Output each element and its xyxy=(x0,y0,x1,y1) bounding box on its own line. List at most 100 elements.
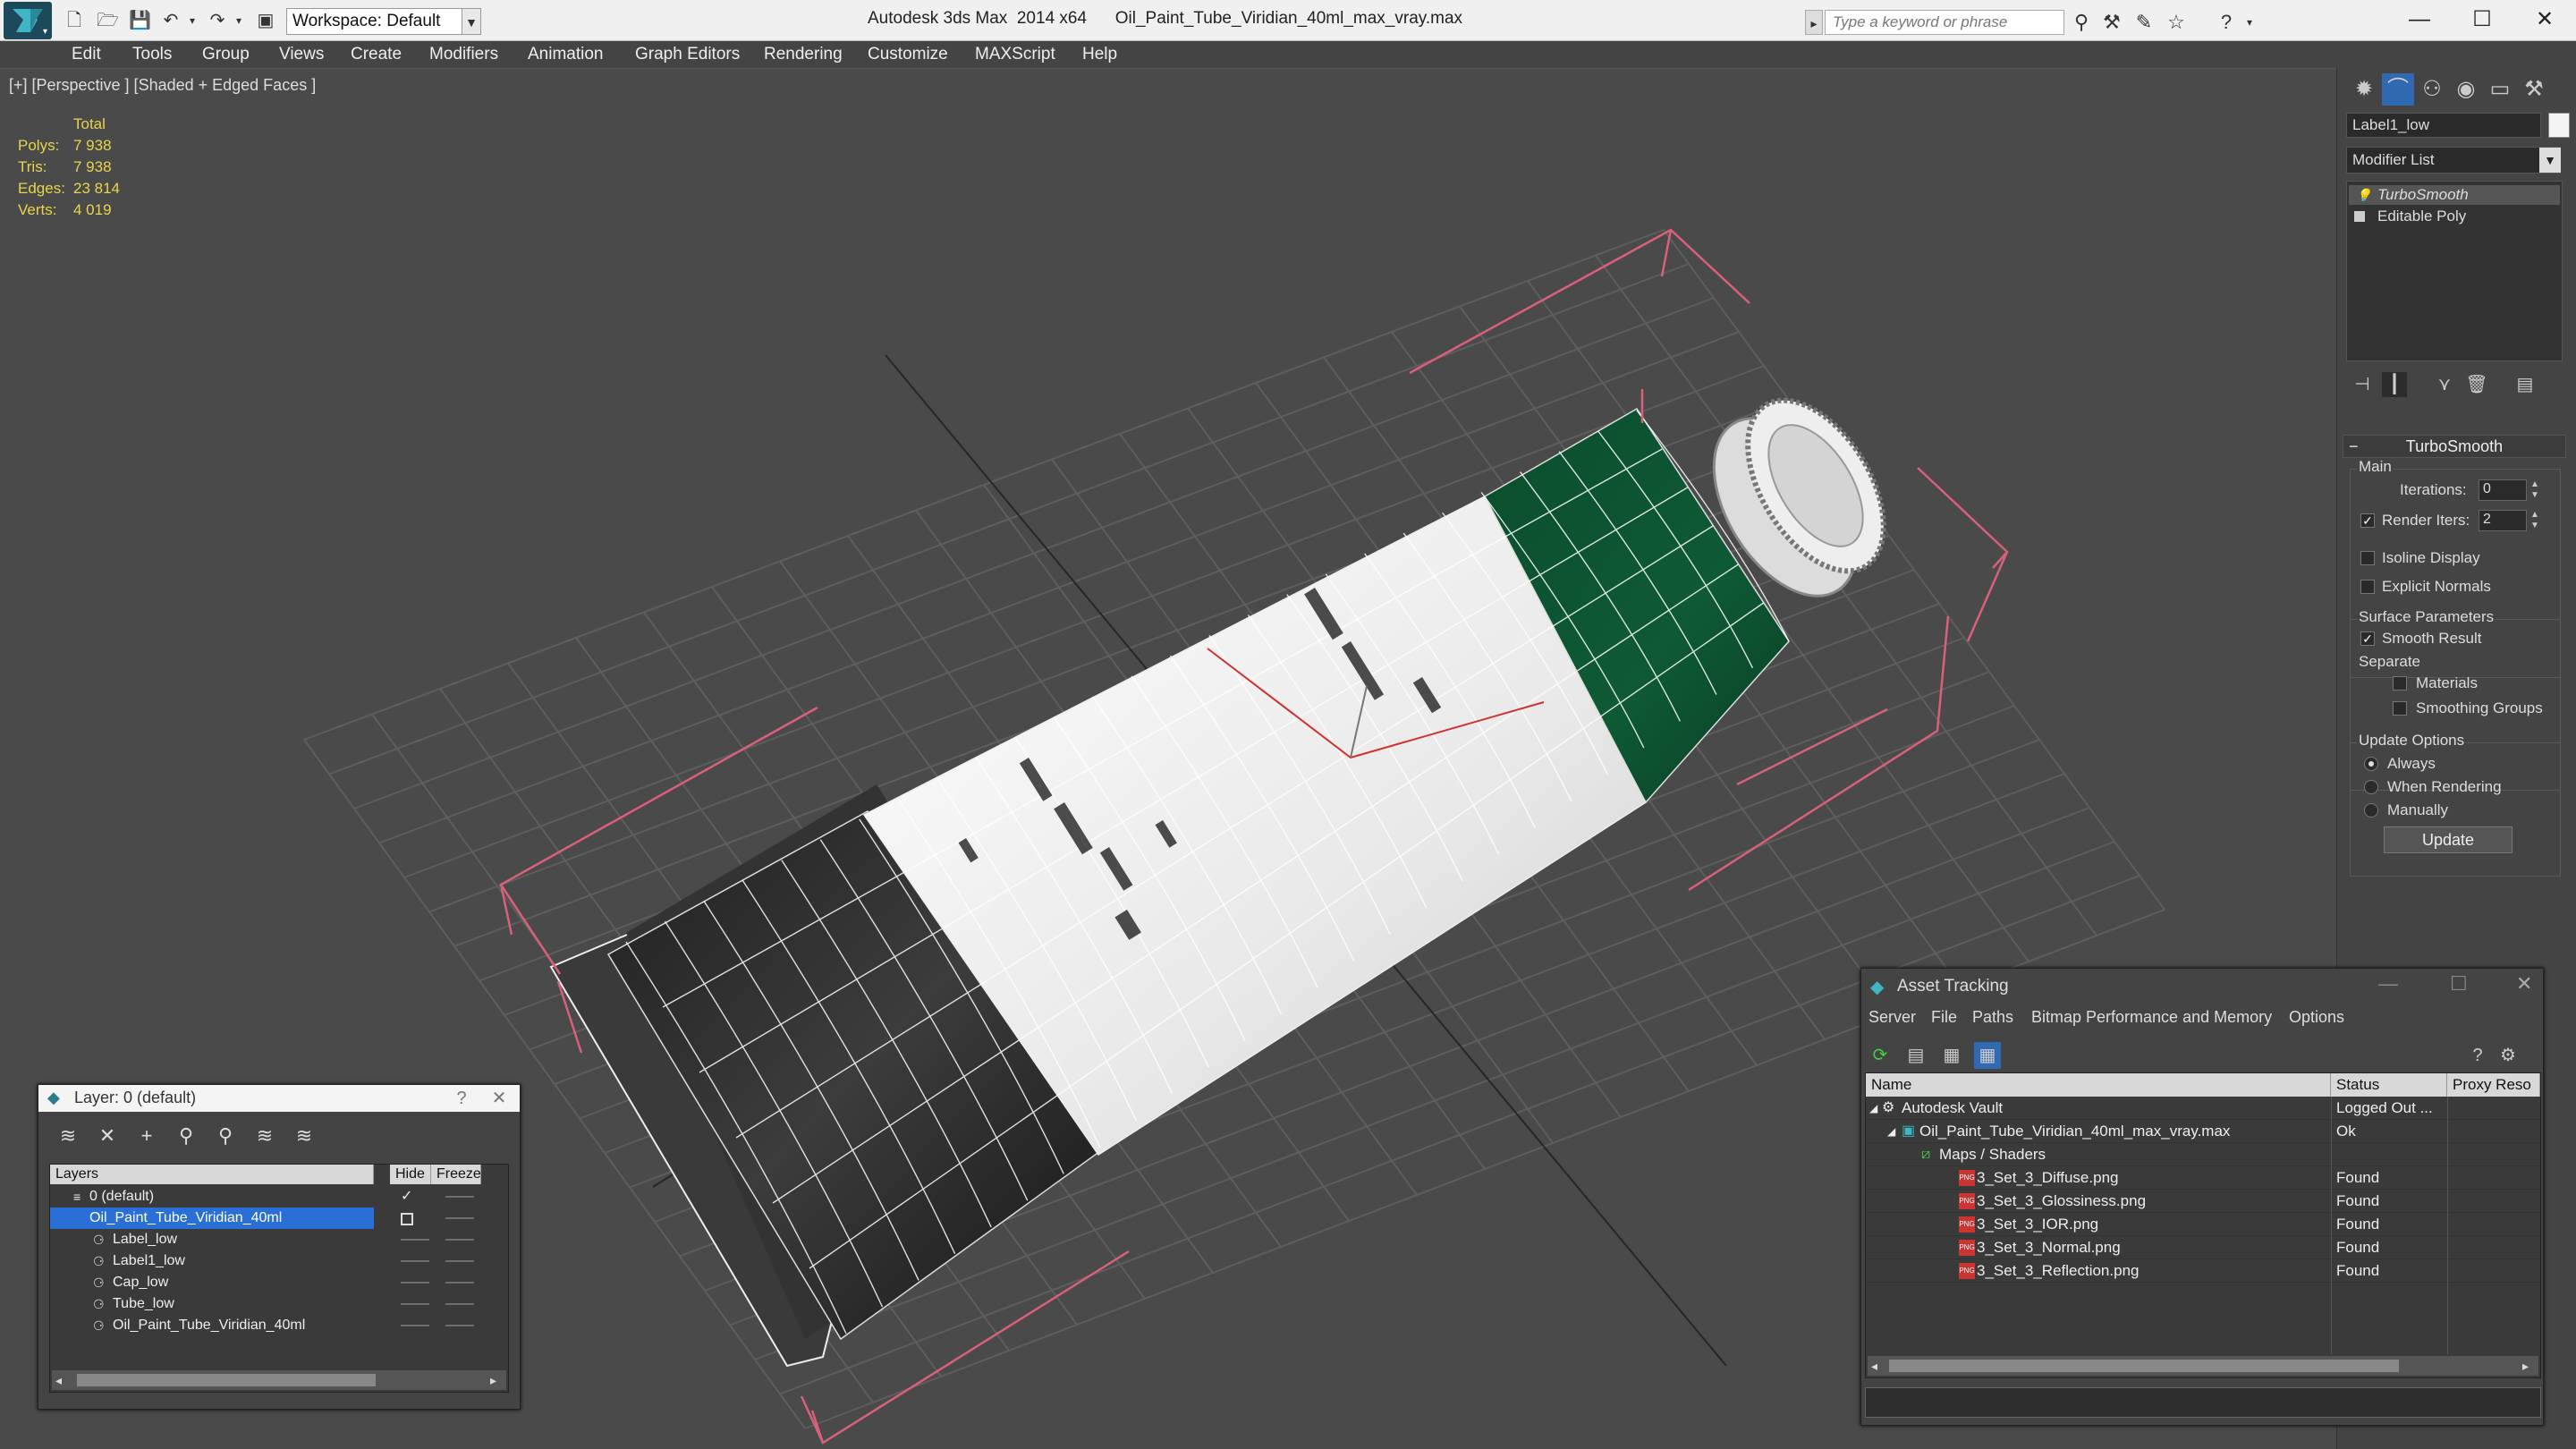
asset-row[interactable]: ⧄ Maps / Shaders xyxy=(1866,1143,2540,1166)
asset-row[interactable]: PNG 3_Set_3_Reflection.png Found xyxy=(1866,1259,2540,1283)
materials-checkbox[interactable] xyxy=(2393,676,2407,691)
close-icon[interactable]: ✕ xyxy=(2513,0,2576,41)
app-logo-icon[interactable]: ▾ xyxy=(4,2,52,39)
chevron-down-icon[interactable]: ▼ xyxy=(2539,148,2561,173)
hide-toggle[interactable]: —— xyxy=(401,1272,429,1293)
render-iters-checkbox[interactable]: ✓ xyxy=(2360,513,2375,528)
favorites-star-icon[interactable]: ☆ xyxy=(2165,11,2188,34)
asset-menu-options[interactable]: Options xyxy=(2289,1008,2344,1027)
col-header-hide[interactable]: Hide xyxy=(390,1165,431,1184)
modifier-list-dropdown[interactable]: Modifier List xyxy=(2346,147,2561,174)
layer-row[interactable]: ⚆ Cap_low —— —— xyxy=(50,1272,508,1293)
object-color-swatch[interactable] xyxy=(2548,113,2570,138)
when-rendering-radio[interactable] xyxy=(2364,780,2378,794)
new-file-icon[interactable]: 🗋 xyxy=(64,11,84,30)
menu-edit[interactable]: Edit xyxy=(72,45,101,64)
freeze-toggle[interactable]: —— xyxy=(445,1272,474,1293)
hide-toggle[interactable]: —— xyxy=(401,1293,429,1315)
layer-row[interactable]: ⚆ Oil_Paint_Tube_Viridian_40ml —— —— xyxy=(50,1315,508,1336)
minimize-icon[interactable]: — xyxy=(2388,0,2451,41)
asset-menu-paths[interactable]: Paths xyxy=(1972,1008,2013,1027)
menu-tools[interactable]: Tools xyxy=(132,45,172,64)
hide-toggle[interactable]: —— xyxy=(401,1250,429,1272)
search-input[interactable]: Type a keyword or phrase xyxy=(1825,10,2064,35)
freeze-toggle[interactable]: —— xyxy=(445,1315,474,1336)
layer-row[interactable]: ⚆ Label1_low —— —— xyxy=(50,1250,508,1272)
highlight-layer-icon[interactable]: ⚲ xyxy=(212,1123,239,1149)
layer-horizontal-scrollbar[interactable]: ◂ ▸ xyxy=(52,1370,506,1390)
help-icon[interactable]: ? xyxy=(448,1087,475,1110)
redo-dropdown-icon[interactable]: ▾ xyxy=(229,11,249,30)
freeze-toggle[interactable]: —— xyxy=(445,1229,474,1250)
viewport-label[interactable]: [+] [Perspective ] [Shaded + Edged Faces… xyxy=(9,76,316,95)
active-layer-check-icon[interactable]: ✓ xyxy=(401,1186,412,1208)
smooth-result-checkbox[interactable]: ✓ xyxy=(2360,631,2375,646)
layer-name[interactable]: Oil_Paint_Tube_Viridian_40ml xyxy=(50,1208,374,1229)
hide-all-layers-icon[interactable]: ≋ xyxy=(251,1123,278,1149)
motion-tab-icon[interactable]: ◉ xyxy=(2450,73,2482,106)
expand-icon[interactable] xyxy=(2354,211,2365,222)
object-name[interactable]: Label1_low xyxy=(50,1250,374,1272)
isoline-display-checkbox[interactable] xyxy=(2360,551,2375,565)
utilities-tab-icon[interactable]: ⚒ xyxy=(2518,73,2550,106)
help-dropdown-icon[interactable]: ▾ xyxy=(2238,11,2261,34)
object-name-field[interactable]: Label1_low xyxy=(2346,113,2541,138)
binoculars-icon[interactable]: ⚲ xyxy=(2070,11,2093,34)
menu-maxscript[interactable]: MAXScript xyxy=(975,45,1055,64)
hide-toggle[interactable]: —— xyxy=(401,1315,429,1336)
search-expand-icon[interactable]: ▸ xyxy=(1805,10,1823,35)
menu-animation[interactable]: Animation xyxy=(528,45,604,64)
table-view-icon[interactable]: ▦ xyxy=(1974,1042,2001,1069)
scrollbar-thumb[interactable] xyxy=(77,1374,376,1386)
layer-row[interactable]: ⚆ Label_low —— —— xyxy=(50,1229,508,1250)
asset-row[interactable]: ◢ ▣ Oil_Paint_Tube_Viridian_40ml_max_vra… xyxy=(1866,1120,2540,1143)
update-button[interactable]: Update xyxy=(2384,826,2512,853)
set-current-layer-icon[interactable] xyxy=(401,1213,413,1225)
col-header-layers[interactable]: Layers xyxy=(50,1165,374,1184)
remove-modifier-icon[interactable]: 🗑 xyxy=(2464,372,2489,397)
maximize-icon[interactable]: ☐ xyxy=(2450,972,2468,996)
minimize-icon[interactable]: — xyxy=(2378,972,2398,996)
create-tab-icon[interactable]: ✹ xyxy=(2348,73,2380,106)
stack-item-turbosmooth[interactable]: 💡 TurboSmooth xyxy=(2349,185,2560,205)
save-icon[interactable]: 💾 xyxy=(129,11,151,30)
spinner-arrows-icon[interactable]: ▲ ▼ xyxy=(2529,479,2541,501)
layer-row[interactable]: ⚆ Tube_low —— —— xyxy=(50,1293,508,1315)
pin-stack-icon[interactable]: ⊣ xyxy=(2350,372,2375,397)
display-tab-icon[interactable]: ▭ xyxy=(2484,73,2516,106)
undo-icon[interactable]: ↶ xyxy=(161,11,181,30)
communication-center-icon[interactable]: ✎ xyxy=(2132,11,2156,34)
col-header-freeze[interactable]: Freeze xyxy=(431,1165,481,1184)
object-name[interactable]: Tube_low xyxy=(50,1293,374,1315)
explicit-normals-checkbox[interactable] xyxy=(2360,580,2375,594)
freeze-toggle[interactable]: —— xyxy=(445,1186,474,1208)
layer-manager-icon[interactable]: ≋ xyxy=(55,1123,81,1149)
freeze-all-layers-icon[interactable]: ≋ xyxy=(291,1123,318,1149)
layer-name[interactable]: 0 (default) xyxy=(50,1186,374,1208)
open-file-icon[interactable]: 🗁 xyxy=(97,11,119,30)
layer-row[interactable]: ≡ 0 (default) ✓ —— xyxy=(50,1186,508,1208)
col-header-status[interactable]: Status xyxy=(2331,1073,2447,1097)
scroll-right-icon[interactable]: ▸ xyxy=(2522,1356,2529,1376)
workspace-dropdown-icon[interactable]: ▼ xyxy=(462,8,481,35)
freeze-toggle[interactable]: —— xyxy=(445,1250,474,1272)
asset-tracking-titlebar[interactable]: ◆ Asset Tracking — ☐ ✕ xyxy=(1861,969,2543,1004)
show-end-result-icon[interactable]: ┃ xyxy=(2382,372,2407,397)
menu-help[interactable]: Help xyxy=(1082,45,1117,64)
spinner-arrows-icon[interactable]: ▲ ▼ xyxy=(2529,510,2541,531)
scroll-left-icon[interactable]: ◂ xyxy=(55,1370,62,1390)
col-header-name[interactable]: Name xyxy=(1866,1073,2331,1097)
freeze-toggle[interactable]: —— xyxy=(445,1293,474,1315)
scroll-right-icon[interactable]: ▸ xyxy=(490,1370,496,1390)
lightbulb-icon[interactable]: 💡 xyxy=(2356,185,2371,205)
render-iters-spinner[interactable]: 2 xyxy=(2479,510,2527,531)
refresh-icon[interactable]: ⟳ xyxy=(1867,1042,1894,1069)
project-folder-icon[interactable]: ▣ xyxy=(256,11,275,30)
object-name[interactable]: Oil_Paint_Tube_Viridian_40ml xyxy=(50,1315,374,1336)
asset-path-field[interactable] xyxy=(1865,1387,2541,1418)
menu-create[interactable]: Create xyxy=(351,45,402,64)
menu-rendering[interactable]: Rendering xyxy=(764,45,843,64)
workspace-select[interactable]: Workspace: Default xyxy=(286,8,465,35)
configure-modifier-sets-icon[interactable]: ▤ xyxy=(2512,372,2538,397)
menu-views[interactable]: Views xyxy=(279,45,324,64)
